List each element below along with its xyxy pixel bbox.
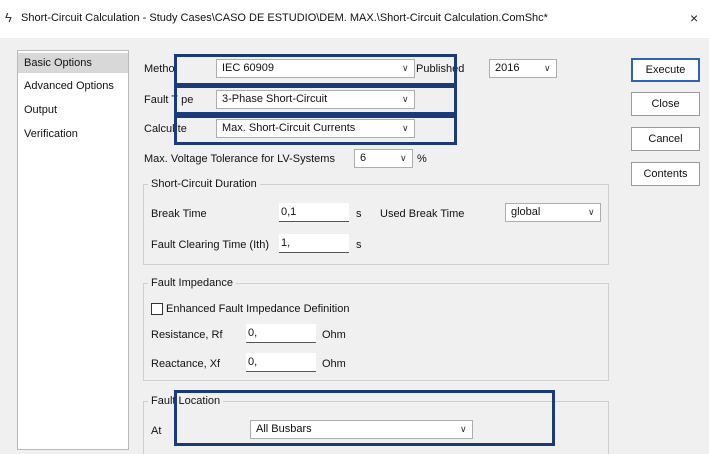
fault-location-highlight-box (174, 390, 555, 446)
voltage-tolerance-label: Max. Voltage Tolerance for LV-Systems (144, 153, 335, 165)
close-icon[interactable]: × (690, 10, 698, 26)
break-time-unit: s (356, 208, 362, 220)
fault-clearing-time-label: Fault Clearing Time (Ith) (151, 239, 269, 251)
enhanced-fault-impedance-checkbox[interactable] (151, 303, 163, 315)
used-break-time-label: Used Break Time (380, 208, 465, 220)
fault-clearing-time-input[interactable]: 1, (279, 234, 349, 253)
break-time-input[interactable]: 0,1 (279, 203, 349, 222)
reactance-xf-label: Reactance, Xf (151, 358, 221, 370)
options-nav: Basic Options Advanced Options Output Ve… (17, 50, 129, 450)
nav-item-basic-options[interactable]: Basic Options (18, 53, 128, 73)
fault-type-highlight-box (174, 85, 457, 115)
used-break-time-select[interactable]: global ∨ (505, 203, 601, 222)
close-button[interactable]: Close (631, 92, 700, 116)
voltage-tolerance-unit: % (417, 153, 427, 165)
resistance-rf-input[interactable]: 0, (246, 324, 316, 343)
voltage-tolerance-value: 6 (360, 152, 367, 164)
enhanced-fault-impedance-label: Enhanced Fault Impedance Definition (166, 303, 350, 315)
reactance-xf-unit: Ohm (322, 358, 346, 370)
fault-clearing-time-unit: s (356, 239, 362, 251)
fault-impedance-title: Fault Impedance (148, 276, 236, 290)
published-select[interactable]: 2016 ∨ (489, 59, 557, 78)
published-value: 2016 (495, 62, 520, 74)
window-title: Short-Circuit Calculation - Study Cases\… (21, 12, 548, 24)
chevron-down-icon: ∨ (400, 153, 407, 163)
resistance-rf-label: Resistance, Rf (151, 329, 223, 341)
short-circuit-duration-title: Short-Circuit Duration (148, 177, 260, 191)
execute-button[interactable]: Execute (631, 58, 700, 82)
nav-item-output[interactable]: Output (18, 100, 128, 120)
method-highlight-box (174, 54, 457, 86)
short-circuit-duration-group (143, 184, 609, 265)
chevron-down-icon: ∨ (544, 63, 551, 73)
used-break-time-value: global (511, 206, 541, 218)
contents-button[interactable]: Contents (631, 162, 700, 186)
at-label: At (151, 425, 162, 437)
voltage-tolerance-select[interactable]: 6 ∨ (354, 149, 413, 168)
method-label: Metho (144, 63, 175, 75)
calculate-highlight-box (174, 115, 457, 145)
lightning-icon: ϟ (5, 10, 12, 25)
resistance-rf-unit: Ohm (322, 329, 346, 341)
cancel-button[interactable]: Cancel (631, 127, 700, 151)
nav-item-advanced-options[interactable]: Advanced Options (18, 76, 128, 96)
reactance-xf-input[interactable]: 0, (246, 353, 316, 372)
break-time-label: Break Time (151, 208, 207, 220)
nav-item-verification[interactable]: Verification (18, 124, 128, 144)
chevron-down-icon: ∨ (588, 207, 595, 217)
